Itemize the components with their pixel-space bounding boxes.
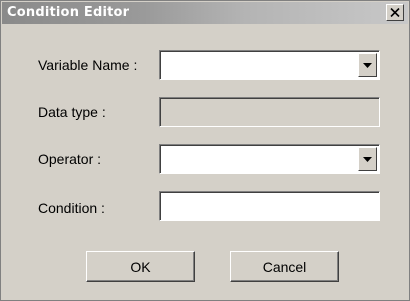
operator-label: Operator :	[38, 151, 102, 167]
chevron-down-icon	[363, 62, 372, 68]
cancel-button[interactable]: Cancel	[230, 251, 339, 282]
close-icon	[390, 8, 400, 17]
chevron-down-icon	[363, 156, 372, 162]
condition-input[interactable]	[159, 191, 380, 221]
condition-label: Condition :	[38, 200, 105, 216]
title-bar[interactable]: Condition Editor	[2, 2, 408, 24]
operator-dropdown-button[interactable]	[358, 147, 377, 171]
condition-editor-dialog: Condition Editor Variable Name : Data ty…	[0, 0, 410, 301]
ok-button[interactable]: OK	[86, 251, 195, 282]
variable-name-dropdown-button[interactable]	[358, 53, 377, 77]
operator-dropdown[interactable]	[159, 144, 380, 174]
window-title: Condition Editor	[7, 5, 130, 20]
variable-name-dropdown[interactable]	[159, 50, 380, 80]
close-button[interactable]	[386, 4, 404, 21]
data-type-label: Data type :	[38, 104, 106, 120]
data-type-field	[159, 97, 380, 127]
variable-name-label: Variable Name :	[38, 57, 138, 73]
